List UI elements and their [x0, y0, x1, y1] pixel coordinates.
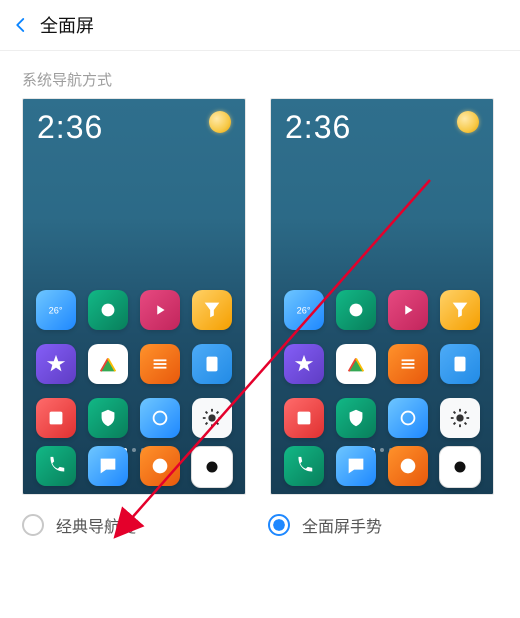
app-icon: [88, 290, 128, 330]
app-icon: [388, 398, 428, 438]
app-icon: [440, 398, 480, 438]
navigation-mode-options: 经典导航键 全面屏手势: [0, 495, 520, 537]
app-icon: [336, 344, 376, 384]
home-dock: [271, 446, 493, 488]
clock-label: 2:36: [285, 111, 351, 143]
section-label-navigation-mode: 系统导航方式: [0, 51, 520, 98]
app-icon: [440, 290, 480, 330]
dock-messages-icon: [336, 446, 376, 486]
svg-text:26°: 26°: [49, 306, 63, 316]
app-icon: [284, 344, 324, 384]
app-icon: [388, 290, 428, 330]
app-icon: [192, 398, 232, 438]
preview-classic-nav[interactable]: 2:36 26°: [22, 98, 246, 495]
dock-browser-icon: [388, 446, 428, 486]
home-dock: [23, 446, 245, 488]
preview-row: 2:36 26°: [0, 98, 520, 495]
app-icon: [88, 344, 128, 384]
option-label: 经典导航键: [56, 513, 136, 537]
back-button[interactable]: [12, 16, 30, 34]
app-icon: [36, 398, 76, 438]
preview-gesture-nav[interactable]: 2:36 26°: [270, 98, 494, 495]
home-app-grid: 26°: [23, 288, 245, 440]
app-icon: [140, 398, 180, 438]
dock-camera-icon: [439, 446, 481, 488]
app-icon: [284, 398, 324, 438]
app-icon: [36, 344, 76, 384]
app-icon: [388, 344, 428, 384]
app-icon: [140, 290, 180, 330]
weather-sun-icon: [209, 111, 231, 133]
app-icon: [140, 344, 180, 384]
app-icon: [336, 398, 376, 438]
dock-phone-icon: [284, 446, 324, 486]
weather-sun-icon: [457, 111, 479, 133]
app-icon: [192, 290, 232, 330]
svg-text:26°: 26°: [297, 306, 311, 316]
dock-browser-icon: [140, 446, 180, 486]
clock-label: 2:36: [37, 111, 103, 143]
preview-status-bar: 2:36: [23, 99, 245, 143]
chevron-left-icon: [12, 16, 30, 34]
dock-phone-icon: [36, 446, 76, 486]
radio-icon: [22, 514, 44, 536]
page-title: 全面屏: [40, 12, 94, 38]
dock-camera-icon: [191, 446, 233, 488]
app-icon: [336, 290, 376, 330]
preview-status-bar: 2:36: [271, 99, 493, 143]
option-label: 全面屏手势: [302, 513, 382, 537]
radio-icon: [268, 514, 290, 536]
app-icon: 26°: [284, 290, 324, 330]
settings-header: 全面屏: [0, 0, 520, 51]
dock-messages-icon: [88, 446, 128, 486]
app-icon: 26°: [36, 290, 76, 330]
app-icon: [440, 344, 480, 384]
option-classic-nav[interactable]: 经典导航键: [22, 513, 244, 537]
home-app-grid: 26°: [271, 288, 493, 440]
option-gesture-nav[interactable]: 全面屏手势: [268, 513, 490, 537]
app-icon: [192, 344, 232, 384]
app-icon: [88, 398, 128, 438]
